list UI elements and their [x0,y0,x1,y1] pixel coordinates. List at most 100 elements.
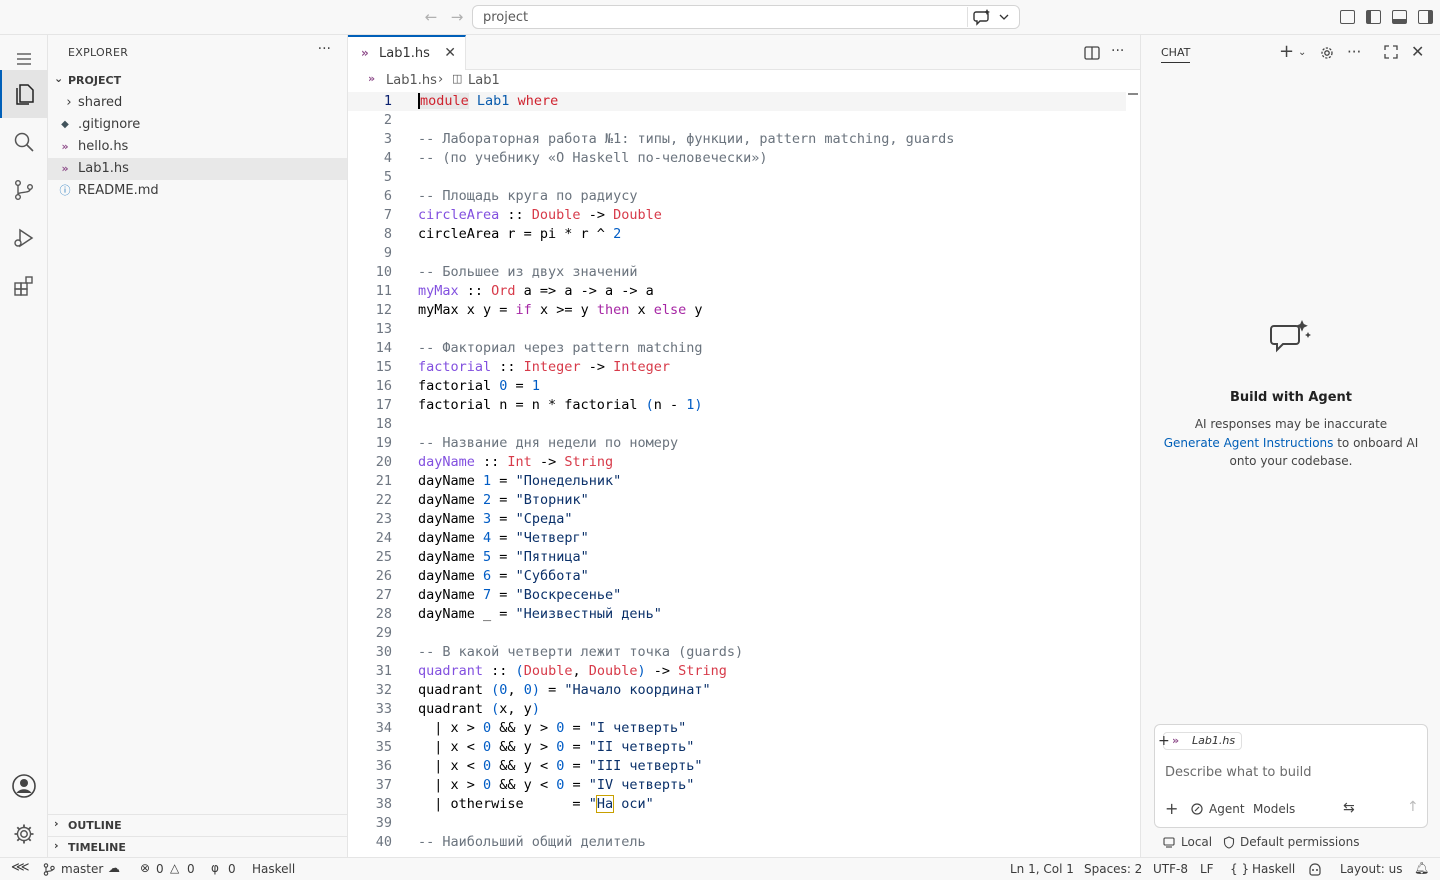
agent-mode-icon [1191,803,1203,815]
remote-icon[interactable]: ⋘ [11,860,30,875]
split-editor-icon[interactable] [1084,46,1100,60]
branch-name[interactable]: master [61,862,103,876]
code-line: 29 [375,625,392,641]
chat-input[interactable]: Describe what to build [1165,765,1312,780]
extensions-activity-button[interactable] [0,262,48,310]
code-editor[interactable]: 1 module Lab1 where 2 3 -- Лабораторная ра… [348,92,1140,857]
add-icon[interactable]: + [1165,799,1178,818]
code-line: 13 [375,321,392,337]
back-arrow-icon[interactable]: ← [422,8,440,26]
code-line: 17 factorial n = n * factorial (n - 1) [375,397,703,413]
end-of-line[interactable]: LF [1200,862,1214,876]
breadcrumb-file[interactable]: Lab1.hs [386,73,437,88]
maximize-icon[interactable] [1384,45,1398,59]
haskell-status[interactable]: Haskell [252,862,295,876]
chat-toggle-button[interactable] [967,7,1015,27]
breadcrumb-symbol[interactable]: Lab1 [468,73,500,88]
tree-item-label: Lab1.hs [78,161,129,176]
warning-count[interactable]: 0 [187,862,195,876]
code-line: 16 factorial 0 = 1 [375,378,540,394]
new-chat-icon[interactable]: + [1279,41,1294,62]
error-icon: ⊗ [140,861,151,875]
send-arrow-icon[interactable]: ↑ [1407,799,1419,815]
source-control-activity-button[interactable] [0,166,48,214]
code-line: 15 factorial :: Integer -> Integer [375,359,670,375]
ports-icon: φ [211,861,219,875]
copilot-icon[interactable] [1308,863,1322,876]
module-symbol-icon: ◫ [452,72,463,85]
error-count[interactable]: 0 [156,862,164,876]
layout-customize-icon[interactable] [1340,10,1355,24]
haskell-file-icon: » [368,72,376,85]
chevron-down-icon[interactable]: ⌄ [1298,47,1306,58]
code-line: 21 dayName 1 = "Понедельник" [375,473,622,489]
keyboard-layout[interactable]: Layout: us [1340,862,1403,876]
explorer-title: EXPLORER [68,46,129,59]
language-mode[interactable]: Haskell [1252,862,1295,876]
gitignore-icon: ◆ [61,119,69,130]
agent-subtitle-text-2: onto your codebase. [1229,454,1353,468]
tree-item-readme-md[interactable]: ⓘ README.md [48,180,347,202]
timeline-section-header[interactable]: › TIMELINE [48,836,348,858]
explorer-sidebar: EXPLORER ··· ⌄ PROJECT › shared ◆ .gitig… [48,35,348,857]
code-line: 40 -- Наибольший общий делитель [375,834,646,850]
more-actions-icon[interactable]: ··· [1347,43,1361,61]
tab-label: Lab1.hs [379,46,430,61]
tree-item-label: .gitignore [78,117,141,132]
close-icon[interactable]: ✕ [1411,42,1424,61]
code-line: 25 dayName 5 = "Пятница" [375,549,589,565]
project-section-header[interactable]: ⌄ PROJECT [48,70,348,92]
source-control-icon [15,180,33,201]
encoding[interactable]: UTF-8 [1153,862,1188,876]
haskell-file-icon: » [361,46,369,60]
manage-activity-button[interactable] [0,810,48,858]
local-button[interactable]: Local [1181,835,1212,849]
tab-lab1-hs[interactable]: » Lab1.hs ✕ [348,35,466,70]
sync-cloud-icon[interactable]: ☁ [108,861,120,875]
command-center[interactable]: project [472,5,1020,29]
chevron-right-icon: › [54,817,59,830]
editor-scrollbar[interactable] [1126,92,1140,857]
tree-item-shared[interactable]: › shared [48,92,347,114]
tree-item-hello-hs[interactable]: » hello.hs [48,136,347,158]
accounts-activity-button[interactable] [0,762,48,810]
permissions-button[interactable]: Default permissions [1240,835,1359,849]
generate-instructions-link[interactable]: Generate Agent Instructions [1164,436,1334,450]
tree-item-lab1-hs[interactable]: » Lab1.hs [48,158,347,180]
tab-chat[interactable]: CHAT [1161,46,1191,63]
code-line: 27 dayName 7 = "Воскресенье" [375,587,622,603]
search-activity-button[interactable] [0,118,48,166]
chevron-right-icon: › [438,72,444,87]
editor-more-actions-icon[interactable]: ··· [1111,43,1124,59]
more-actions-icon[interactable]: ··· [318,41,331,57]
bell-icon[interactable]: 🔔︎ [1414,861,1429,875]
haskell-file-icon: » [61,140,69,153]
cursor-position[interactable]: Ln 1, Col 1 [1010,862,1074,876]
close-icon[interactable]: ✕ [444,45,456,61]
settings-gear-icon[interactable] [1319,45,1335,61]
context-file-chip[interactable]: + » Lab1.hs [1158,732,1243,750]
project-label: PROJECT [68,74,122,87]
toggle-secondary-sidebar-icon[interactable] [1418,10,1433,24]
models-button[interactable]: Models [1253,802,1295,816]
indentation[interactable]: Spaces: 2 [1084,862,1142,876]
tree-item-label: shared [78,95,123,110]
toggle-primary-sidebar-icon[interactable] [1366,10,1381,24]
tree-item-gitignore[interactable]: ◆ .gitignore [48,114,347,136]
chevron-right-icon: › [54,839,59,852]
explorer-activity-button[interactable] [0,70,48,118]
chevron-down-icon: ⌄ [54,72,64,85]
chat-panel: CHAT + ⌄ ··· ✕ Build with Agent AI respo… [1140,35,1440,857]
tools-icon[interactable]: ⇆ [1343,800,1355,816]
forward-arrow-icon[interactable]: → [448,8,466,26]
run-debug-activity-button[interactable] [0,214,48,262]
chat-input-box: + » Lab1.hs Describe what to build + Age… [1154,724,1428,828]
agent-mode-button[interactable]: Agent [1209,802,1245,816]
code-line: 14 -- Факториал через pattern matching [375,340,703,356]
outline-section-header[interactable]: › OUTLINE [48,814,348,836]
gear-icon [14,824,34,844]
ports-count[interactable]: 0 [228,862,236,876]
code-line: 36 | x < 0 && y < 0 = "III четверть" [375,758,703,774]
toggle-panel-icon[interactable] [1392,10,1407,24]
haskell-file-icon: » [1172,734,1180,747]
